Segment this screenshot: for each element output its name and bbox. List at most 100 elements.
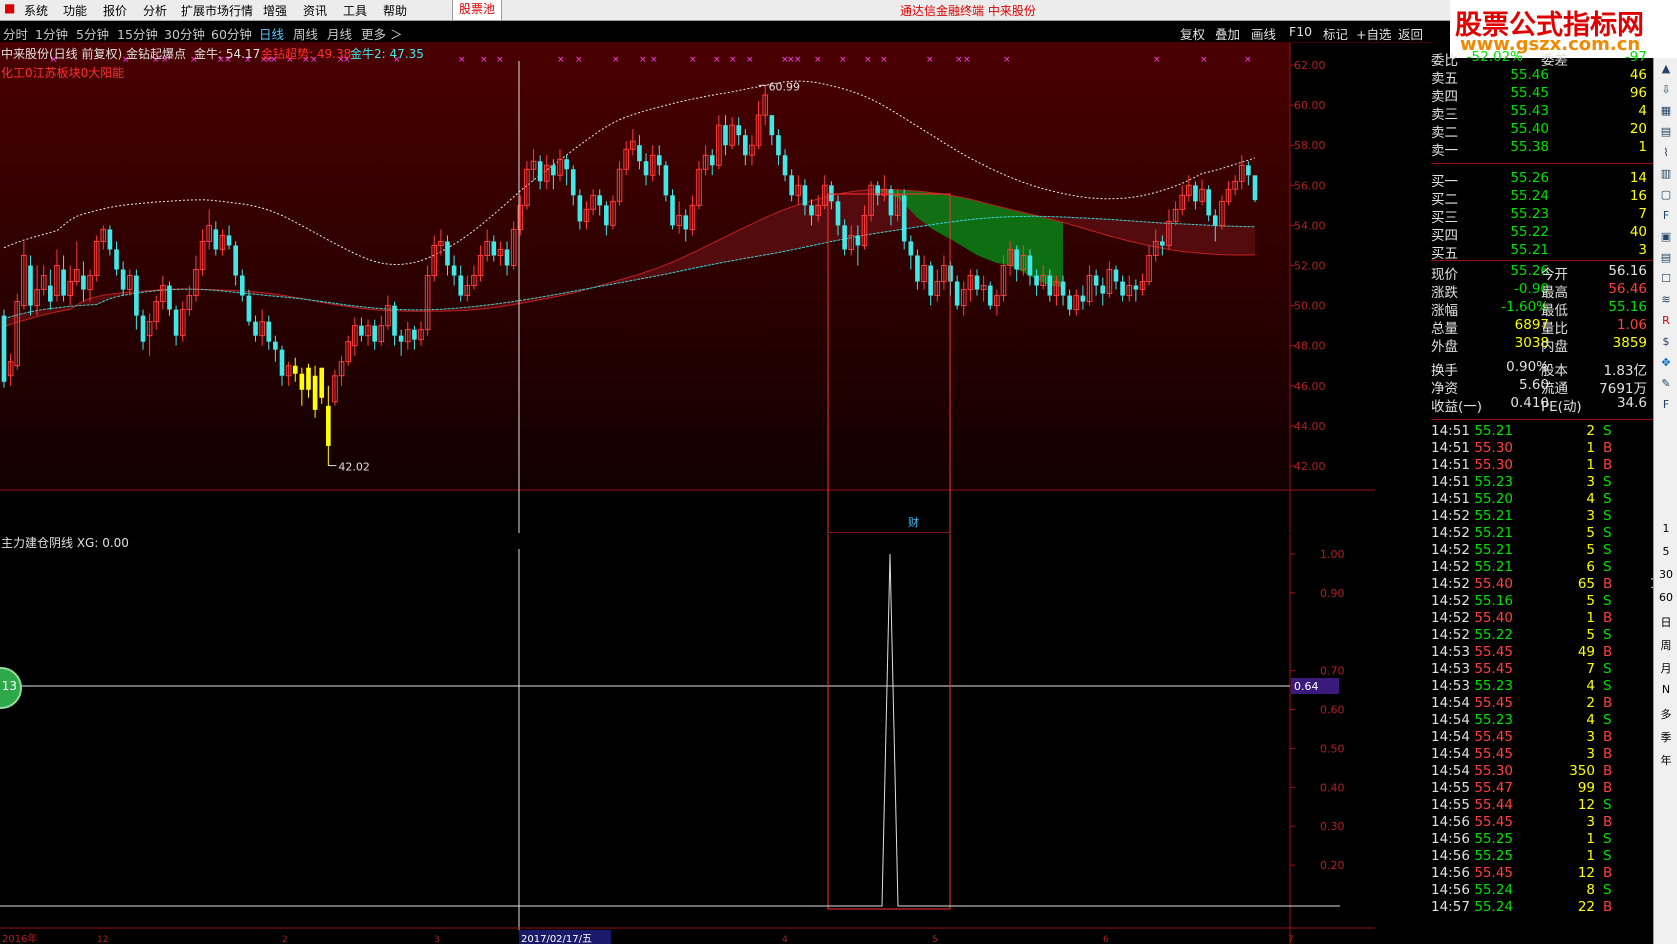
period-tab-active[interactable]: 日线 <box>259 24 284 43</box>
menu-item[interactable]: 扩展市场行情 <box>181 2 253 19</box>
tick-side: S <box>1603 474 1612 490</box>
bid-label: 买二 <box>1431 192 1458 208</box>
sidebar-tool-icon[interactable]: ⇩ <box>1657 83 1675 96</box>
app-icon[interactable]: ■ <box>4 1 15 15</box>
axis-label: 56.00 <box>1294 179 1326 192</box>
period-tab[interactable]: 月线 <box>327 24 352 43</box>
candle-body <box>458 275 464 296</box>
signal-marker: × <box>639 55 647 65</box>
tick-row: 14:5355.457S4 <box>1431 661 1667 679</box>
sidebar-tool-icon[interactable]: ▢ <box>1657 188 1675 201</box>
sidebar-tool-icon[interactable]: $ <box>1657 335 1675 348</box>
tick-side: S <box>1603 559 1612 575</box>
ask-volume: 1 <box>1638 139 1647 155</box>
signal-marker: × <box>729 55 737 65</box>
period-tab-more[interactable]: 更多 ＞ <box>361 24 402 43</box>
sidebar-period-button[interactable]: 日 <box>1657 614 1675 630</box>
sidebar-period-button[interactable]: 30 <box>1657 568 1675 581</box>
toolbar-button[interactable]: 返回 <box>1398 24 1423 43</box>
cursor-value: 0.64 <box>1294 680 1319 693</box>
period-tab[interactable]: 30分钟 <box>164 24 205 43</box>
stat-value: 1.83亿 <box>1603 363 1647 379</box>
menu-item[interactable]: 系统 <box>24 2 48 19</box>
stat-value: 3859 <box>1612 335 1647 351</box>
sidebar-tool-icon[interactable]: ✥ <box>1657 356 1675 369</box>
ask-price: 55.38 <box>1510 139 1549 155</box>
tick-side: B <box>1603 457 1613 473</box>
sidebar-period-button[interactable]: 5 <box>1657 545 1675 558</box>
period-toolbar: 分时 1分钟 5分钟 15分钟 30分钟 60分钟 日线 周线 月线 更多 ＞ … <box>0 21 1431 43</box>
sidebar-tool-icon[interactable]: ▦ <box>1657 104 1675 117</box>
toolbar-button[interactable]: 标记 <box>1323 24 1348 43</box>
menu-item[interactable]: 报价 <box>103 2 127 19</box>
sidebar-period-button[interactable]: 年 <box>1657 752 1675 768</box>
sidebar-period-button[interactable]: N <box>1657 683 1675 696</box>
tick-price: 55.24 <box>1474 899 1513 915</box>
menu-item[interactable]: 工具 <box>343 2 367 19</box>
tick-side: B <box>1603 695 1613 711</box>
stat-value: 56.16 <box>1608 263 1647 279</box>
menu-item[interactable]: 帮助 <box>383 2 407 19</box>
stat-label: 收益(一) <box>1431 399 1483 415</box>
sidebar-tool-icon[interactable]: F <box>1657 398 1675 411</box>
candle-body <box>974 275 980 290</box>
tick-side: B <box>1603 865 1613 881</box>
sidebar-tool-icon[interactable]: ☐ <box>1657 272 1675 285</box>
stat-row: 外盘 3038 内盘 3859 <box>1431 335 1653 355</box>
stat-label: 现价 <box>1431 267 1458 283</box>
tick-time: 14:51 <box>1431 474 1470 490</box>
sidebar-period-button[interactable]: 月 <box>1657 660 1675 676</box>
tick-volume: 4 <box>1586 678 1595 694</box>
menu-item[interactable]: 功能 <box>63 2 87 19</box>
tick-volume: 22 <box>1577 899 1595 915</box>
ask-volume: 46 <box>1629 67 1647 83</box>
sidebar-tool-icon[interactable]: ▣ <box>1657 230 1675 243</box>
toolbar-button[interactable]: F10 <box>1289 24 1312 39</box>
period-tab[interactable]: 周线 <box>293 24 318 43</box>
stat-value: 55.16 <box>1608 299 1647 315</box>
candle-body <box>253 321 258 336</box>
menu-item[interactable]: 分析 <box>143 2 167 19</box>
tick-price: 55.23 <box>1474 678 1513 694</box>
candlestick-chart[interactable]: 62.00 60.00 58.00 56.00 54.00 52.00 50.00 48.00… <box>0 43 1375 533</box>
sidebar-tool-icon[interactable]: R <box>1657 314 1675 327</box>
period-tab[interactable]: 5分钟 <box>76 24 109 43</box>
toolbar-button[interactable]: 画线 <box>1251 24 1276 43</box>
sidebar-tool-icon[interactable]: ✎ <box>1657 377 1675 390</box>
tick-row: 14:5655.251S1 <box>1431 848 1667 866</box>
menu-item[interactable]: 资讯 <box>303 2 327 19</box>
period-tab[interactable]: 15分钟 <box>117 24 158 43</box>
sidebar-tool-icon[interactable]: ⌇ <box>1657 146 1675 159</box>
toolbar-button[interactable]: +自选 <box>1356 24 1391 43</box>
candle-body <box>829 185 834 202</box>
period-tab[interactable]: 1分钟 <box>35 24 68 43</box>
sidebar-period-button[interactable]: 60 <box>1657 591 1675 604</box>
tick-row: 14:5155.212S1 <box>1431 423 1667 441</box>
tick-price: 55.21 <box>1474 423 1513 439</box>
tick-volume: 3 <box>1586 508 1595 524</box>
sidebar-tool-icon[interactable]: ▤ <box>1657 251 1675 264</box>
ask-label: 卖五 <box>1431 71 1458 87</box>
period-tab[interactable]: 60分钟 <box>211 24 252 43</box>
sidebar-tool-icon[interactable]: ▥ <box>1657 167 1675 180</box>
tick-side: S <box>1603 678 1612 694</box>
signal-marker: × <box>1153 55 1161 65</box>
toolbar-button[interactable]: 复权 <box>1180 24 1205 43</box>
bid-volume: 3 <box>1638 242 1647 258</box>
indicator-chart[interactable]: 1.00 0.90 0.70 0.60 0.50 0.40 0.30 0.20 0.64 2016… <box>0 534 1375 944</box>
sidebar-period-button[interactable]: 多 <box>1657 706 1675 722</box>
sidebar-period-button[interactable]: 1 <box>1657 522 1675 535</box>
sidebar-period-button[interactable]: 季 <box>1657 729 1675 745</box>
chart-plot-bg <box>0 43 1290 489</box>
stock-pool-tab[interactable]: 股票池 <box>452 0 502 20</box>
sidebar-tool-icon[interactable]: ≋ <box>1657 293 1675 306</box>
sidebar-period-button[interactable]: 周 <box>1657 637 1675 653</box>
sidebar-tool-icon[interactable]: ▲ <box>1657 62 1675 75</box>
tick-row: 14:5355.234S2 <box>1431 678 1667 696</box>
tick-side: S <box>1603 542 1612 558</box>
sidebar-tool-icon[interactable]: ▤ <box>1657 125 1675 138</box>
menu-item[interactable]: 增强 <box>263 2 287 19</box>
toolbar-button[interactable]: 叠加 <box>1215 24 1240 43</box>
sidebar-tool-icon[interactable]: F <box>1657 209 1675 222</box>
period-tab[interactable]: 分时 <box>3 24 28 43</box>
